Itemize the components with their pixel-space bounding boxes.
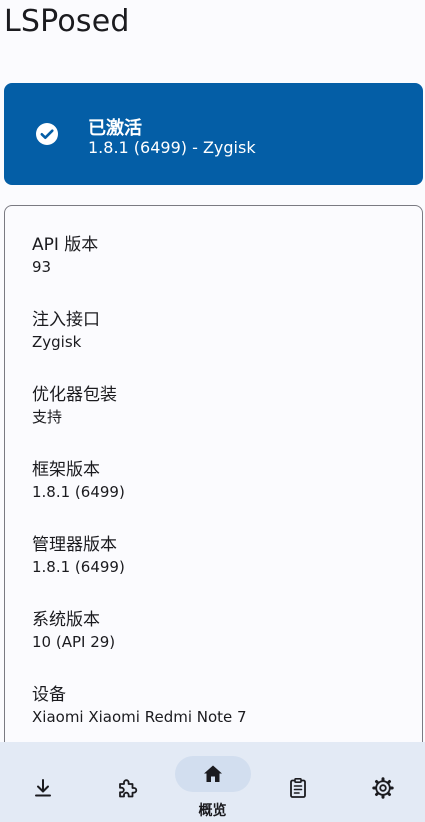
gear-icon [371,777,394,799]
nav-item-overview[interactable]: 概览 [170,742,255,822]
clipboard-icon [289,777,306,798]
nav-active-indicator [174,756,251,792]
download-icon [34,779,51,797]
nav-item-logs[interactable] [255,742,340,822]
info-item-injection-interface: 注入接口 Zygisk [32,309,412,384]
info-value: Xiaomi Xiaomi Redmi Note 7 [32,708,247,726]
nav-item-settings[interactable] [340,742,425,822]
nav-item-repository[interactable] [0,742,85,822]
info-label: 注入接口 [32,310,100,330]
info-value: 93 [32,258,52,276]
nav-item-modules[interactable] [85,742,170,822]
app-title: LSPosed [4,4,130,39]
info-value: Zygisk [32,333,82,351]
info-value: 1.8.1 (6499) [32,483,125,501]
info-card: API 版本 93 注入接口 Zygisk 优化器包装 支持 框架版本 1.8.… [4,205,423,767]
puzzle-icon [118,779,137,798]
status-card[interactable]: 已激活 1.8.1 (6499) - Zygisk [4,83,423,185]
home-icon [203,765,222,782]
info-item-manager-version: 管理器版本 1.8.1 (6499) [32,534,412,609]
nav-label-overview: 概览 [198,803,227,819]
info-list: API 版本 93 注入接口 Zygisk 优化器包装 支持 框架版本 1.8.… [32,234,412,759]
info-item-dex-optimizer: 优化器包装 支持 [32,384,412,459]
status-subtitle: 1.8.1 (6499) - Zygisk [88,138,256,157]
info-value: 10 (API 29) [32,633,116,651]
info-label: 框架版本 [32,460,100,480]
info-value: 支持 [32,408,63,426]
info-label: API 版本 [32,235,99,255]
info-label: 管理器版本 [32,535,117,555]
info-label: 系统版本 [32,610,100,630]
status-title: 已激活 [88,118,142,139]
info-item-framework-version: 框架版本 1.8.1 (6499) [32,459,412,534]
check-circle-icon [36,123,58,145]
info-label: 设备 [32,685,66,705]
bottom-navigation: 概览 [0,742,425,822]
info-item-system-version: 系统版本 10 (API 29) [32,609,412,684]
info-value: 1.8.1 (6499) [32,558,125,576]
info-item-api-version: API 版本 93 [32,234,412,309]
info-label: 优化器包装 [32,385,117,405]
